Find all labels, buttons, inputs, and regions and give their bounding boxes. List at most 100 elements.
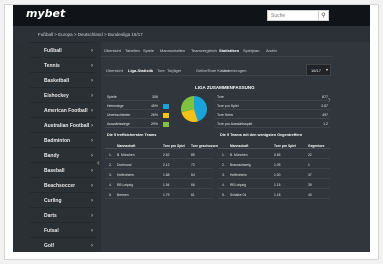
sidebar-item-label: Beachsoccer: [44, 183, 76, 189]
table_left-cell: 1.94: [163, 183, 170, 187]
table_left-column-header: Tore geschossen: [191, 144, 218, 148]
table_right-cell: 1.00: [274, 173, 281, 177]
table-row: 1. B. München 0.65 22: [218, 150, 330, 159]
sidebar-item-curling[interactable]: Curling ›: [30, 192, 95, 207]
chevron-down-icon: ▾: [325, 67, 328, 72]
sidebar-item-baseball[interactable]: Baseball ›: [30, 162, 95, 177]
summary-right-row: Tore pro Spiel 2.87: [215, 102, 330, 110]
sidebar-item-label: Bandy: [44, 153, 60, 159]
sidebar-item-label: Darts: [44, 213, 57, 219]
tab-tabellen[interactable]: Tabellen: [125, 48, 140, 53]
sidebar-item-badminton[interactable]: Badminton ›: [30, 132, 95, 147]
subtab--bersicht[interactable]: Übersicht: [106, 68, 123, 73]
sidebar-item-label: Futsal: [44, 228, 59, 234]
sidebar-item-label: Golf: [44, 243, 54, 249]
tab-archiv[interactable]: Archiv: [266, 48, 277, 53]
summary-left-row: Auswärtssiege 29%: [105, 120, 160, 128]
sidebar-item-bandy[interactable]: Bandy ›: [30, 147, 95, 162]
table_right-column-header: Mannschaft: [230, 144, 249, 148]
sidebar-item-label: Baseball: [44, 168, 65, 174]
tab-statistiken[interactable]: Statistiken: [219, 48, 239, 53]
sidebar-item-australian-football[interactable]: Australian Football ›: [30, 117, 95, 132]
summary-left-label: Auswärtssiege: [107, 122, 130, 126]
summary-right-value: 877: [322, 95, 328, 99]
breadcrumb: Fußball > Europa > Deutschland > Bundesl…: [13, 26, 370, 42]
sidebar-item-golf[interactable]: Golf ›: [30, 237, 95, 252]
logo[interactable]: mybet: [26, 7, 65, 20]
tab--bersicht[interactable]: Übersicht: [104, 48, 121, 53]
table_right-cell: Schalke 04: [230, 193, 247, 197]
table_left-cell: 2.62: [163, 153, 170, 157]
chevron-right-icon: ›: [91, 183, 93, 189]
table_left-cell: B. München: [117, 153, 135, 157]
chevron-right-icon: ›: [91, 48, 93, 54]
chevron-right-icon: ›: [91, 243, 93, 249]
table_left-cell: 2.12: [163, 163, 170, 167]
subtab-vorbeizeugen[interactable]: Vorbeizeugen: [222, 68, 246, 73]
table_right-cell: 1.18: [274, 193, 281, 197]
summary-left-value: 26%: [150, 113, 158, 117]
sidebar-item-label: American Football: [44, 108, 88, 114]
summary-right-value: 1.2: [323, 122, 328, 126]
summary-right-value: 2.87: [321, 104, 328, 108]
table_left-cell: 72: [191, 163, 195, 167]
search-icon[interactable]: ⚲: [319, 10, 329, 21]
table_right-cell: 3.: [222, 173, 225, 177]
table-row: 2. Braunschweig 1.05 1: [218, 160, 330, 169]
sidebar-item-label: Badminton: [44, 138, 71, 144]
summary-right-row: Tore pro Auswärtsspiel 1.2: [215, 120, 330, 128]
table_left-cell: 1.79: [163, 193, 170, 197]
sidebar-item-label: Tennis: [44, 63, 60, 69]
table_right-cell: 2.: [222, 163, 225, 167]
table_right-cell: Hoffenheim: [230, 173, 247, 177]
legend-swatch: [163, 104, 169, 109]
sidebar-item-futsal[interactable]: Futsal ›: [30, 222, 95, 237]
subtab-liga-statistik[interactable]: Liga-Statistik: [128, 68, 153, 73]
season-select[interactable]: 16/17 ▾: [306, 64, 331, 76]
summary-left-value: 306: [152, 95, 158, 99]
table_left-cell: 5.: [109, 193, 112, 197]
summary-right-value: 497: [322, 113, 328, 117]
sidebar-item-label: Australian Football: [44, 123, 90, 129]
summary-right-label: Tore pro Auswärtsspiel: [217, 122, 253, 126]
table-row: 3. Hoffenheim 1.88 64: [105, 170, 213, 179]
sidebar-item-fu-ball[interactable]: Fußball ›: [30, 42, 95, 57]
chevron-right-icon: ›: [91, 228, 93, 234]
table-left-title: Die 5 treffsichersten Teams: [107, 133, 157, 137]
table_left-cell: 61: [191, 193, 195, 197]
sidebar-item-tennis[interactable]: Tennis ›: [30, 57, 95, 72]
table_right-cell: Braunschweig: [230, 163, 251, 167]
sidebar-item-basketball[interactable]: Basketball ›: [30, 72, 95, 87]
sidebar-item-beachsoccer[interactable]: Beachsoccer ›: [30, 177, 95, 192]
tab-divider: [101, 56, 333, 57]
table-row: 2. Dortmund 2.12 72: [105, 160, 213, 169]
chevron-left-icon[interactable]: ‹: [97, 158, 100, 167]
legend-swatch: [163, 122, 169, 127]
table_left-header: Mannschaft Tore pro Spiel Tore geschossen: [105, 141, 218, 149]
summary-right-row: Tore 877: [215, 93, 330, 101]
summary-left-label: Spiele: [107, 95, 117, 99]
sidebar-item-eishockey[interactable]: Eishockey ›: [30, 87, 95, 102]
tab-mannschaften[interactable]: Mannschaften: [160, 48, 185, 53]
summary-right-label: Tore: [217, 95, 224, 99]
tab-spiele[interactable]: Spiele: [143, 48, 154, 53]
table_right-cell: 4.: [222, 183, 225, 187]
sidebar-item-american-football[interactable]: American Football ›: [30, 102, 95, 117]
chevron-right-icon: ›: [91, 108, 93, 114]
search-input[interactable]: Suche: [267, 10, 319, 21]
table_left-cell: Hoffenheim: [117, 173, 134, 177]
tab-teamvergleich[interactable]: Teamvergleich: [191, 48, 217, 53]
tab-spielplan[interactable]: Spielplan: [243, 48, 259, 53]
table_right-cell: 1.05: [274, 163, 281, 167]
chevron-right-icon: ›: [91, 138, 93, 144]
chevron-right-icon: ›: [91, 78, 93, 84]
subtab-tore[interactable]: Tore: [157, 68, 165, 73]
table-row: 4. RB Leipzig 1.94 66: [105, 180, 213, 189]
summary-left-row: Spiele 306: [105, 93, 160, 101]
summary-left-label: Heimsiege: [107, 104, 124, 108]
sidebar-item-darts[interactable]: Darts ›: [30, 207, 95, 222]
chevron-right-icon: ›: [91, 168, 93, 174]
table_right-cell: 1: [308, 163, 310, 167]
subtab-torj-ger[interactable]: Torjäger: [167, 68, 181, 73]
table_right-cell: 0.65: [274, 153, 281, 157]
